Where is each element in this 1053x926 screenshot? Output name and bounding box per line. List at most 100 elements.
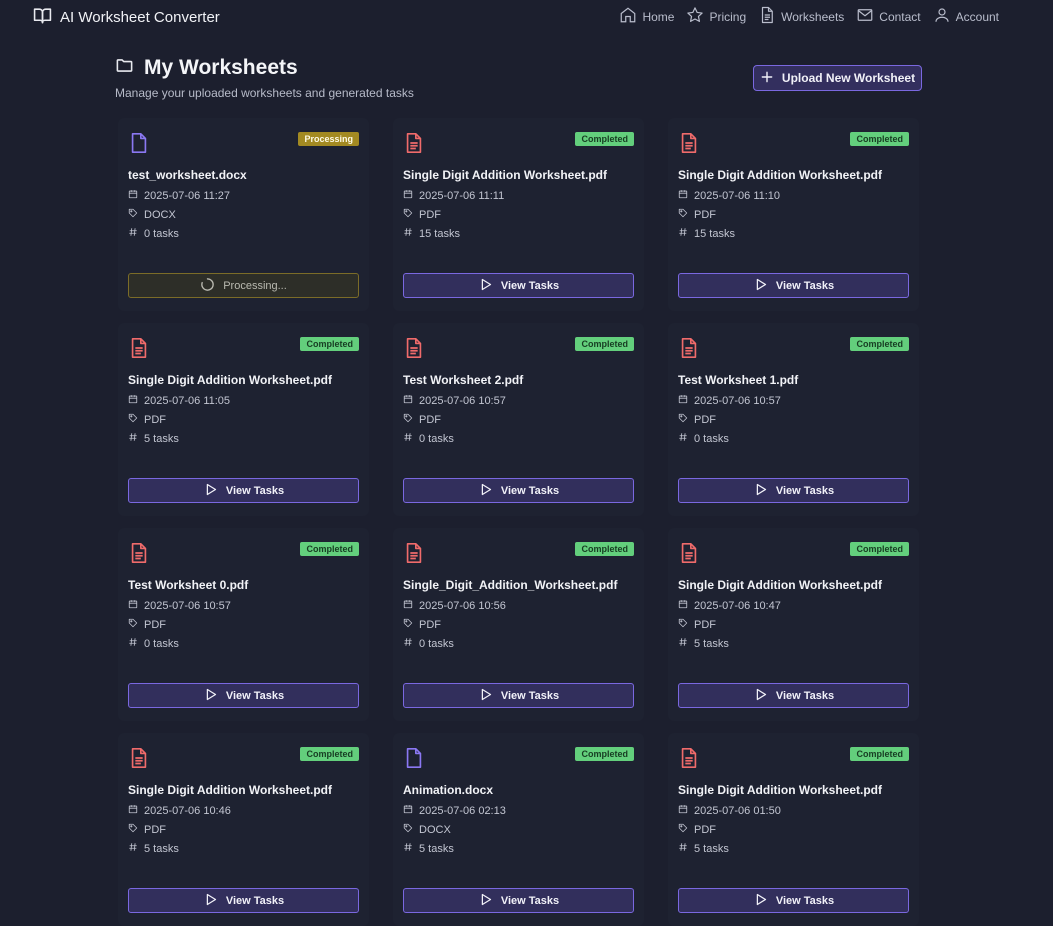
- worksheet-type: PDF: [678, 618, 716, 631]
- type-value: PDF: [419, 618, 441, 631]
- view-tasks-button[interactable]: View Tasks: [678, 683, 909, 708]
- play-icon: [753, 277, 768, 295]
- worksheet-task-count: 5 tasks: [128, 842, 179, 855]
- date-value: 2025-07-06 11:10: [694, 189, 781, 202]
- tag-icon: [128, 208, 138, 221]
- worksheet-filename: Single_Digit_Addition_Worksheet.pdf: [403, 578, 618, 592]
- page-subtitle: Manage your uploaded worksheets and gene…: [115, 86, 414, 100]
- view-tasks-button[interactable]: View Tasks: [128, 478, 359, 503]
- tag-icon: [128, 413, 138, 426]
- date-value: 2025-07-06 11:27: [144, 189, 231, 202]
- status-badge: Completed: [850, 337, 909, 351]
- nav-home[interactable]: Home: [619, 6, 674, 27]
- calendar-icon: [403, 394, 413, 407]
- view-tasks-button[interactable]: View Tasks: [403, 478, 634, 503]
- tag-icon: [678, 208, 688, 221]
- type-value: PDF: [694, 208, 716, 221]
- tasks-value: 5 tasks: [694, 637, 729, 650]
- page-title: My Worksheets: [144, 56, 298, 79]
- worksheet-type: PDF: [678, 823, 716, 836]
- status-badge: Processing: [298, 132, 359, 146]
- pdf-file-icon: [678, 747, 700, 771]
- hash-icon: [678, 637, 688, 650]
- worksheet-type: PDF: [128, 823, 166, 836]
- worksheet-task-count: 15 tasks: [403, 227, 460, 240]
- worksheet-type: DOCX: [128, 208, 176, 221]
- pdf-file-icon: [128, 337, 150, 361]
- nav-account[interactable]: Account: [933, 6, 999, 27]
- tag-icon: [678, 413, 688, 426]
- view-tasks-button[interactable]: View Tasks: [678, 478, 909, 503]
- worksheet-task-count: 0 tasks: [403, 432, 454, 445]
- play-icon: [478, 687, 493, 705]
- calendar-icon: [678, 599, 688, 612]
- worksheet-task-count: 5 tasks: [403, 842, 454, 855]
- nav-pricing[interactable]: Pricing: [686, 6, 746, 27]
- worksheet-date: 2025-07-06 10:57: [678, 394, 781, 407]
- worksheet-filename: Test Worksheet 2.pdf: [403, 373, 524, 387]
- tag-icon: [403, 413, 413, 426]
- worksheet-filename: Test Worksheet 1.pdf: [678, 373, 799, 387]
- status-badge: Completed: [300, 542, 359, 556]
- pdf-file-icon: [403, 132, 425, 156]
- view-tasks-button[interactable]: View Tasks: [678, 273, 909, 298]
- status-badge: Completed: [300, 337, 359, 351]
- view-tasks-button[interactable]: View Tasks: [403, 683, 634, 708]
- type-value: DOCX: [144, 208, 176, 221]
- type-value: PDF: [144, 618, 166, 631]
- nav-contact[interactable]: Contact: [856, 6, 921, 27]
- worksheet-filename: Single Digit Addition Worksheet.pdf: [128, 783, 332, 797]
- worksheet-type: PDF: [678, 208, 716, 221]
- worksheet-type: PDF: [128, 413, 166, 426]
- worksheet-type: PDF: [128, 618, 166, 631]
- tag-icon: [128, 618, 138, 631]
- view-tasks-button[interactable]: View Tasks: [128, 683, 359, 708]
- view-tasks-button[interactable]: View Tasks: [678, 888, 909, 913]
- play-icon: [203, 482, 218, 500]
- tag-icon: [403, 208, 413, 221]
- view-tasks-button[interactable]: View Tasks: [128, 888, 359, 913]
- tasks-value: 0 tasks: [419, 432, 454, 445]
- worksheet-task-count: 0 tasks: [403, 637, 454, 650]
- hash-icon: [403, 637, 413, 650]
- worksheet-filename: Single Digit Addition Worksheet.pdf: [678, 783, 882, 797]
- tasks-value: 0 tasks: [419, 637, 454, 650]
- worksheet-task-count: 5 tasks: [678, 842, 729, 855]
- hash-icon: [678, 432, 688, 445]
- worksheet-filename: test_worksheet.docx: [128, 168, 247, 182]
- nav-worksheets[interactable]: Worksheets: [758, 6, 844, 27]
- tag-icon: [678, 618, 688, 631]
- date-value: 2025-07-06 02:13: [419, 804, 506, 817]
- tasks-value: 5 tasks: [144, 432, 179, 445]
- worksheet-type: PDF: [678, 413, 716, 426]
- date-value: 2025-07-06 10:57: [694, 394, 781, 407]
- play-icon: [478, 482, 493, 500]
- date-value: 2025-07-06 10:57: [419, 394, 506, 407]
- play-icon: [753, 892, 768, 910]
- type-value: PDF: [419, 413, 441, 426]
- type-value: PDF: [694, 413, 716, 426]
- brand[interactable]: AI Worksheet Converter: [33, 6, 220, 29]
- action-label: View Tasks: [225, 484, 285, 497]
- date-value: 2025-07-06 10:57: [144, 599, 231, 612]
- worksheet-card: Completed Single_Digit_Addition_Workshee…: [393, 528, 644, 721]
- view-tasks-button[interactable]: View Tasks: [403, 273, 634, 298]
- tasks-value: 15 tasks: [694, 227, 735, 240]
- date-value: 2025-07-06 10:46: [144, 804, 231, 817]
- hash-icon: [403, 227, 413, 240]
- worksheet-card: Completed Test Worksheet 0.pdf 2025-07-0…: [118, 528, 369, 721]
- calendar-icon: [678, 804, 688, 817]
- upload-worksheet-button[interactable]: Upload New Worksheet: [753, 65, 922, 91]
- user-icon: [933, 6, 951, 27]
- calendar-icon: [678, 189, 688, 202]
- type-value: PDF: [694, 823, 716, 836]
- worksheet-date: 2025-07-06 11:05: [128, 394, 230, 407]
- worksheet-filename: Single Digit Addition Worksheet.pdf: [128, 373, 332, 387]
- worksheet-type: PDF: [403, 208, 441, 221]
- nav-home-label: Home: [642, 9, 675, 24]
- view-tasks-button[interactable]: View Tasks: [403, 888, 634, 913]
- status-badge: Completed: [575, 747, 634, 761]
- worksheet-date: 2025-07-06 10:47: [678, 599, 781, 612]
- tag-icon: [128, 823, 138, 836]
- worksheet-filename: Single Digit Addition Worksheet.pdf: [678, 578, 882, 592]
